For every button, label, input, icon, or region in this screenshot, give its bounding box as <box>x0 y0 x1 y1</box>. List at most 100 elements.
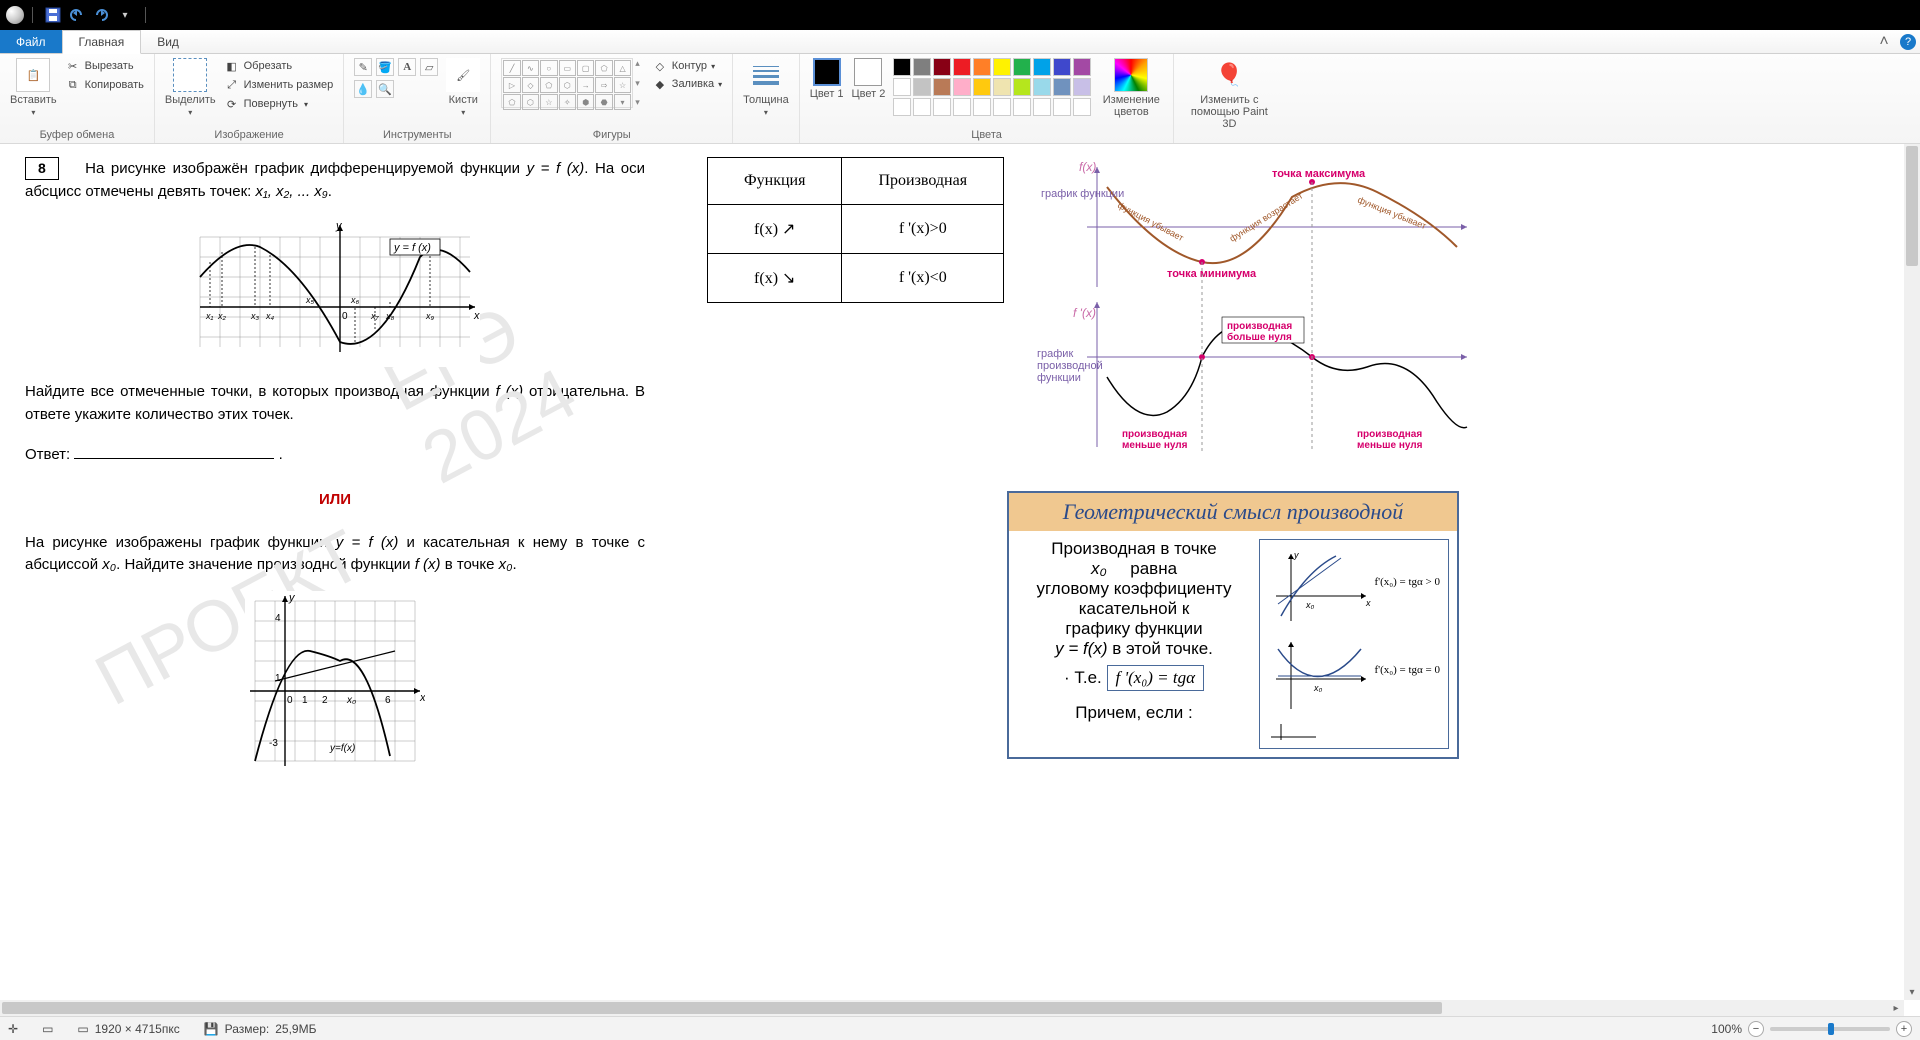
cut-button[interactable]: ✂Вырезать <box>65 58 144 74</box>
zoom-out-button[interactable]: − <box>1748 1021 1764 1037</box>
color-swatch[interactable] <box>933 58 951 76</box>
fill-tool[interactable]: 🪣 <box>376 58 394 76</box>
text: . <box>512 556 516 573</box>
color-swatch[interactable] <box>893 78 911 96</box>
save-icon[interactable] <box>44 6 62 24</box>
copy-button[interactable]: ⧉Копировать <box>65 77 144 93</box>
brush-icon: 🖌 <box>446 58 480 92</box>
zoom-tool[interactable]: 🔍 <box>376 80 394 98</box>
tab-file[interactable]: Файл <box>0 30 62 53</box>
scroll-thumb[interactable] <box>1906 146 1918 266</box>
tab-home[interactable]: Главная <box>62 30 142 54</box>
size-button[interactable]: Толщина ▾ <box>743 58 789 117</box>
zoom-in-button[interactable]: + <box>1896 1021 1912 1037</box>
paste-button[interactable]: 📋 Вставить ▾ <box>10 58 57 117</box>
scroll-thumb[interactable] <box>2 1002 1442 1014</box>
color-swatch[interactable] <box>953 78 971 96</box>
svg-text:y: y <box>1293 550 1299 560</box>
shape-scroll-up[interactable]: ▴ <box>635 58 640 69</box>
svg-text:функция возрастает: функция возрастает <box>1228 191 1305 244</box>
color-swatch[interactable] <box>933 78 951 96</box>
fill-icon: ◆ <box>652 76 668 92</box>
derivative-table: ФункцияПроизводная f(x) ↗f '(x)>0 f(x) ↘… <box>707 157 1004 303</box>
color-swatch-empty[interactable] <box>1073 98 1091 116</box>
help-button[interactable]: ? <box>1896 30 1920 53</box>
color-swatch[interactable] <box>993 58 1011 76</box>
minimize-ribbon-icon[interactable]: ˄ <box>1872 30 1896 53</box>
color-swatch[interactable] <box>913 78 931 96</box>
group-label: Инструменты <box>383 127 452 143</box>
color-swatch[interactable] <box>913 58 931 76</box>
rotate-button[interactable]: ⟳Повернуть▾ <box>224 96 334 112</box>
brushes-button[interactable]: 🖌 Кисти ▾ <box>446 58 480 117</box>
text: На рисунке изображён график дифференциру… <box>85 160 526 177</box>
select-button[interactable]: Выделить ▾ <box>165 58 216 117</box>
horizontal-scrollbar[interactable]: ◂ ▸ <box>0 1000 1904 1016</box>
formula: f (x) <box>415 556 441 573</box>
problem-number: 8 <box>25 157 59 180</box>
color-swatch[interactable] <box>993 78 1011 96</box>
color-swatch[interactable] <box>1073 58 1091 76</box>
zoom-knob[interactable] <box>1828 1023 1834 1035</box>
color-swatch[interactable] <box>1033 58 1051 76</box>
formula: y = f (x) <box>336 534 399 551</box>
color-swatch-empty[interactable] <box>933 98 951 116</box>
color-swatch-empty[interactable] <box>893 98 911 116</box>
color-swatch-empty[interactable] <box>973 98 991 116</box>
zoom-controls: 100% − + <box>1711 1021 1912 1037</box>
zoom-slider[interactable] <box>1770 1027 1890 1031</box>
scroll-down-icon[interactable]: ▾ <box>1904 984 1920 1000</box>
color-swatch[interactable] <box>973 78 991 96</box>
canvas[interactable]: ЕГЭ 2024 ПРОЕКТ 8 На рисунке изображён г… <box>7 151 1904 1000</box>
tab-view[interactable]: Вид <box>141 30 195 53</box>
rainbow-icon <box>1114 58 1148 92</box>
color-swatch-empty[interactable] <box>1013 98 1031 116</box>
shape-expand[interactable]: ▾ <box>635 97 640 108</box>
group-size: Толщина ▾ <box>733 54 800 143</box>
color-swatch[interactable] <box>953 58 971 76</box>
color-swatch-empty[interactable] <box>953 98 971 116</box>
qat-dropdown-icon[interactable]: ▾ <box>116 6 134 24</box>
crop-button[interactable]: ◧Обрезать <box>224 58 334 74</box>
color-swatch[interactable] <box>1013 78 1031 96</box>
resize-button[interactable]: ⤢Изменить размер <box>224 77 334 93</box>
outline-button[interactable]: ◇Контур▾ <box>652 58 722 74</box>
color-swatch[interactable] <box>1073 78 1091 96</box>
brushes-label: Кисти <box>449 94 478 106</box>
text-tool[interactable]: A <box>398 58 416 76</box>
color1-button[interactable]: Цвет 1 <box>810 58 844 100</box>
edit-colors-button[interactable]: Изменение цветов <box>1099 58 1163 118</box>
color-swatch[interactable] <box>1033 78 1051 96</box>
color-swatch[interactable] <box>893 58 911 76</box>
fill-button[interactable]: ◆Заливка▾ <box>652 76 722 92</box>
th-derivative: Производная <box>842 158 1004 205</box>
vertical-scrollbar[interactable]: ▴ ▾ <box>1904 144 1920 1000</box>
color2-button[interactable]: Цвет 2 <box>852 58 886 100</box>
undo-icon[interactable] <box>68 6 86 24</box>
picker-tool[interactable]: 💧 <box>354 80 372 98</box>
color-swatch[interactable] <box>1053 58 1071 76</box>
color-swatch-empty[interactable] <box>913 98 931 116</box>
eraser-tool[interactable]: ▱ <box>420 58 438 76</box>
group-shapes: ╱∿○▭▢⬠△ ▷◇⬠⬡→⇨☆ ⬠⬡☆✧⬢⬣▾ ▴ ▾ ▾ ◇Контур▾ ◆… <box>491 54 733 143</box>
shape-scroll-down[interactable]: ▾ <box>635 78 640 89</box>
canvas-area: ЕГЭ 2024 ПРОЕКТ 8 На рисунке изображён г… <box>0 144 1920 1016</box>
color-swatch[interactable] <box>1053 78 1071 96</box>
color-swatch-empty[interactable] <box>1053 98 1071 116</box>
help-icon: ? <box>1900 34 1916 50</box>
color-swatch[interactable] <box>973 58 991 76</box>
color-swatch-empty[interactable] <box>993 98 1011 116</box>
graph-2: 4 1 -3 0 1 2 x₀ 6 x y y=f(x) <box>245 591 425 771</box>
graph-1: y = f (x) y x 0 x₁ x₂ x₃ x₄ x₅ x₆ x₇ x₈ … <box>190 217 480 367</box>
color-swatch[interactable] <box>1013 58 1031 76</box>
svg-text:точка минимума: точка минимума <box>1167 268 1257 280</box>
pencil-tool[interactable]: ✎ <box>354 58 372 76</box>
color-swatch-empty[interactable] <box>1033 98 1051 116</box>
redo-icon[interactable] <box>92 6 110 24</box>
cell-fx-down: f(x) ↘ <box>708 254 842 303</box>
separator <box>145 7 146 23</box>
shape-gallery[interactable]: ╱∿○▭▢⬠△ ▷◇⬠⬡→⇨☆ ⬠⬡☆✧⬢⬣▾ <box>501 58 633 108</box>
paint3d-button[interactable]: 🎈 Изменить с помощью Paint 3D <box>1184 58 1274 130</box>
scroll-right-icon[interactable]: ▸ <box>1888 1000 1904 1016</box>
disk-icon: 💾 <box>204 1022 219 1036</box>
